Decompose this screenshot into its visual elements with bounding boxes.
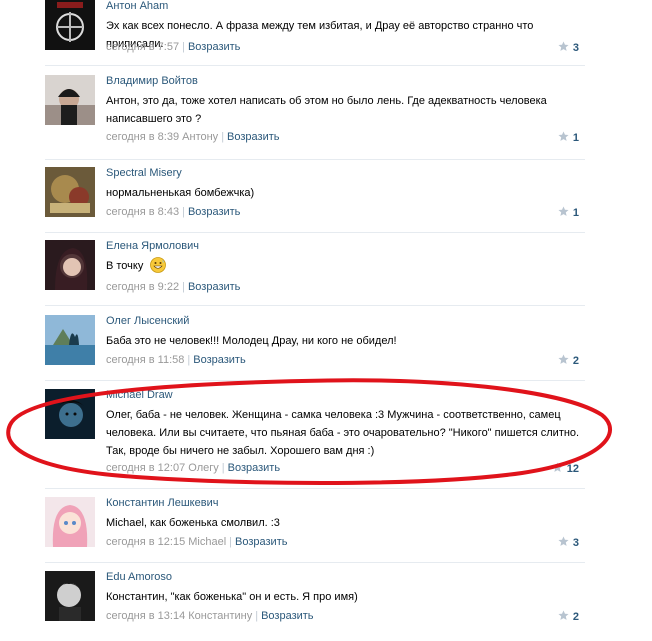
reply-to-name[interactable]: Michael — [188, 536, 226, 548]
like-count: 12 — [566, 463, 579, 475]
like-count: 2 — [572, 355, 579, 367]
meta-divider: | — [221, 131, 225, 143]
like-button[interactable]: 2 — [558, 354, 579, 368]
author-name[interactable]: Олег Лысенский — [106, 315, 189, 328]
meta-divider: | — [182, 206, 185, 218]
like-button[interactable]: 3 — [558, 41, 579, 55]
comment-meta: сегодня в 13:14 Константину | Возразить — [106, 610, 314, 623]
comment-meta: сегодня в 8:43 | Возразить — [106, 206, 240, 219]
avatar-man-hat-icon[interactable] — [45, 75, 95, 125]
meta-divider: | — [229, 536, 233, 548]
comment-time[interactable]: сегодня в 12:15 — [106, 536, 185, 548]
avatar-dark-portrait-icon[interactable] — [45, 389, 95, 439]
reply-to-name[interactable]: Константину — [188, 610, 252, 622]
comment-text: Олег, баба - не человек. Женщина - самка… — [106, 409, 580, 457]
like-button[interactable]: 12 — [552, 462, 579, 476]
comment-meta: сегодня в 8:39 Антону | Возразить — [106, 131, 280, 144]
comment-meta: сегодня в 12:07 Олегу | Возразить — [106, 462, 280, 475]
avatar-anime-icon[interactable] — [45, 497, 95, 547]
like-button[interactable]: 1 — [558, 206, 579, 220]
like-button[interactable]: 3 — [558, 536, 579, 550]
meta-divider: | — [182, 41, 185, 53]
comment-text: Баба это не человек!!! Молодец Драу, ни … — [106, 335, 397, 347]
comment-text: Константин, "как боженька" он и есть. Я … — [106, 591, 358, 603]
like-button[interactable]: 1 — [558, 131, 579, 145]
author-name[interactable]: Michael Draw — [106, 389, 173, 402]
comment-item: Антон Aham Эх как всех понесло. А фраза … — [45, 0, 585, 66]
comment-item: Константин Лешкевич Michael, как боженьк… — [45, 497, 585, 563]
avatar-lake-icon[interactable] — [45, 315, 95, 365]
like-count: 1 — [572, 207, 579, 219]
comment-divider — [45, 380, 585, 381]
author-name[interactable]: Владимир Войтов — [106, 75, 198, 88]
comment-text: Michael, как боженька смолвил. :3 — [106, 517, 280, 529]
avatar-bw-portrait-icon[interactable] — [45, 571, 95, 621]
comment-text: Антон, это да, тоже хотел написать об эт… — [106, 95, 547, 125]
comment-divider — [45, 488, 585, 489]
author-name[interactable]: Spectral Misery — [106, 167, 182, 180]
avatar-painting-icon[interactable] — [45, 167, 95, 217]
like-star-icon — [558, 354, 569, 364]
comment-text: нормальненькая бомбежчка) — [106, 187, 255, 199]
comment-meta: сегодня в 11:58 | Возразить — [106, 354, 246, 367]
reply-button[interactable]: Возразить — [228, 462, 280, 474]
reply-button[interactable]: Возразить — [235, 536, 287, 548]
reply-button[interactable]: Возразить — [227, 131, 279, 143]
like-star-icon — [558, 206, 569, 216]
meta-divider: | — [255, 610, 259, 622]
reply-button[interactable]: Возразить — [193, 354, 245, 366]
meta-divider: | — [221, 462, 225, 474]
reply-button[interactable]: Возразить — [188, 41, 240, 53]
reply-to-name[interactable]: Олегу — [188, 462, 218, 474]
comment-time[interactable]: сегодня в 8:39 — [106, 131, 179, 143]
comment-time[interactable]: сегодня в 9:22 — [106, 281, 179, 293]
comment-meta: сегодня в 9:22 | Возразить — [106, 281, 240, 294]
author-name[interactable]: Edu Amoroso — [106, 571, 172, 584]
comment-time[interactable]: сегодня в 13:14 — [106, 610, 185, 622]
author-name[interactable]: Константин Лешкевич — [106, 497, 218, 510]
grinning-smiley-icon — [150, 257, 167, 273]
like-star-icon — [558, 536, 569, 546]
comment-meta: сегодня в 7:57 | Возразить — [106, 41, 240, 54]
meta-divider: | — [182, 281, 185, 293]
avatar-dark-logo-icon[interactable] — [45, 0, 95, 50]
comment-text: В точку — [106, 257, 585, 275]
comment-meta: сегодня в 12:15 Michael | Возразить — [106, 536, 287, 549]
comment-divider — [45, 65, 585, 66]
comment-divider — [45, 305, 585, 306]
avatar-woman-icon[interactable] — [45, 240, 95, 290]
reply-button[interactable]: Возразить — [188, 206, 240, 218]
like-star-icon — [558, 610, 569, 620]
comment-item: Michael Draw Олег, баба - не человек. Же… — [45, 389, 585, 489]
comment-time[interactable]: сегодня в 11:58 — [106, 354, 184, 366]
like-count: 3 — [572, 537, 579, 549]
comment-time[interactable]: сегодня в 12:07 — [106, 462, 185, 474]
comment-time[interactable]: сегодня в 7:57 — [106, 41, 179, 53]
reply-button[interactable]: Возразить — [261, 610, 313, 622]
comment-text-content: В точку — [106, 260, 144, 272]
comment-item: Владимир Войтов Антон, это да, тоже хоте… — [45, 75, 585, 160]
comment-item: Елена Ярмолович В точку сегодня в 9:22 | В… — [45, 240, 585, 306]
like-count: 3 — [572, 42, 579, 54]
comment-divider — [45, 562, 585, 563]
meta-divider: | — [187, 354, 191, 366]
like-star-icon — [558, 131, 569, 141]
like-count: 2 — [572, 611, 579, 623]
comment-item: Spectral Misery нормальненькая бомбежчка… — [45, 167, 585, 233]
author-name[interactable]: Антон Aham — [106, 0, 168, 13]
comment-divider — [45, 232, 585, 233]
comment-item: Edu Amoroso Константин, "как боженька" о… — [45, 571, 585, 641]
comment-divider — [45, 159, 585, 160]
comment-time[interactable]: сегодня в 8:43 — [106, 206, 179, 218]
like-count: 1 — [572, 132, 579, 144]
like-star-icon — [558, 41, 569, 51]
author-name[interactable]: Елена Ярмолович — [106, 240, 199, 253]
like-button[interactable]: 2 — [558, 610, 579, 624]
reply-to-name[interactable]: Антону — [182, 131, 218, 143]
like-star-icon — [552, 462, 563, 472]
comment-item: Олег Лысенский Баба это не человек!!! Мо… — [45, 315, 585, 381]
reply-button[interactable]: Возразить — [188, 281, 240, 293]
